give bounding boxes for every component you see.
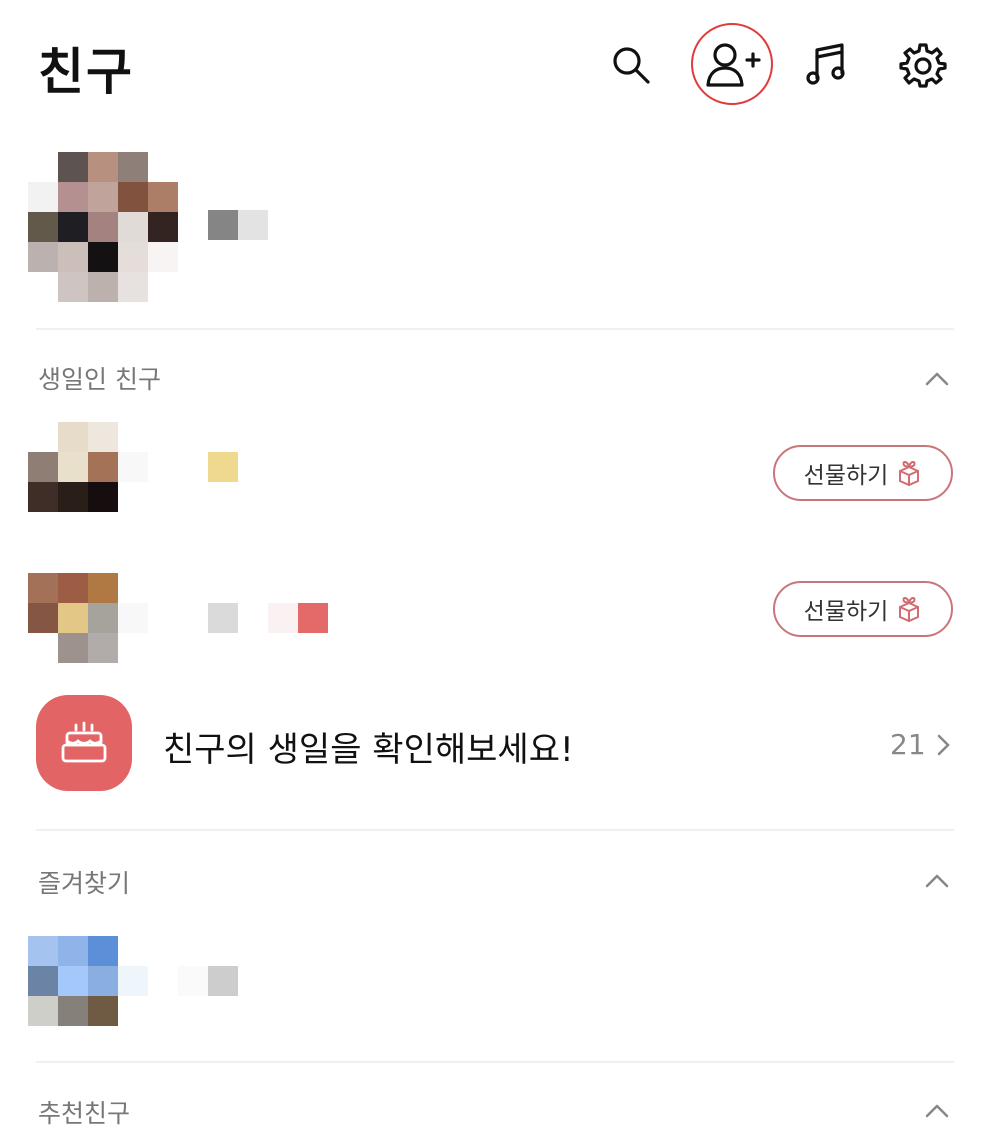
friend-avatar[interactable] bbox=[28, 936, 118, 1026]
add-friend-icon[interactable] bbox=[697, 30, 767, 100]
settings-icon[interactable] bbox=[888, 30, 958, 100]
page-title: 친구 bbox=[38, 43, 134, 101]
divider bbox=[36, 829, 954, 831]
section-label-recommended: 추천친구 bbox=[38, 1099, 131, 1128]
friend-name bbox=[118, 603, 328, 633]
divider bbox=[36, 1061, 954, 1063]
gift-icon bbox=[899, 596, 920, 623]
birthday-count: 21 bbox=[890, 728, 926, 761]
gift-button[interactable]: 선물하기 bbox=[773, 445, 953, 501]
chevron-up-icon[interactable] bbox=[922, 1100, 952, 1122]
gift-button-label: 선물하기 bbox=[803, 463, 889, 489]
gift-button-label: 선물하기 bbox=[803, 599, 889, 625]
gift-icon bbox=[899, 460, 920, 487]
my-profile-name bbox=[208, 210, 268, 240]
section-label-birthday: 생일인 친구 bbox=[38, 365, 161, 394]
friend-avatar[interactable] bbox=[28, 422, 118, 512]
birthday-banner-text[interactable]: 친구의 생일을 확인해보세요! bbox=[163, 722, 574, 771]
chevron-up-icon[interactable] bbox=[922, 870, 952, 892]
section-label-favorites: 즐겨찾기 bbox=[38, 869, 131, 898]
divider bbox=[36, 328, 954, 330]
top-header: 친구 bbox=[0, 0, 990, 130]
friend-name bbox=[118, 966, 238, 996]
chevron-right-icon[interactable] bbox=[935, 733, 951, 757]
friend-avatar[interactable] bbox=[28, 573, 118, 663]
friend-name bbox=[118, 452, 238, 482]
gift-button[interactable]: 선물하기 bbox=[773, 581, 953, 637]
music-icon[interactable] bbox=[792, 30, 862, 100]
search-icon[interactable] bbox=[596, 30, 666, 100]
birthday-cake-icon[interactable] bbox=[36, 695, 132, 791]
chevron-up-icon[interactable] bbox=[922, 368, 952, 390]
my-profile-avatar[interactable] bbox=[28, 152, 178, 302]
